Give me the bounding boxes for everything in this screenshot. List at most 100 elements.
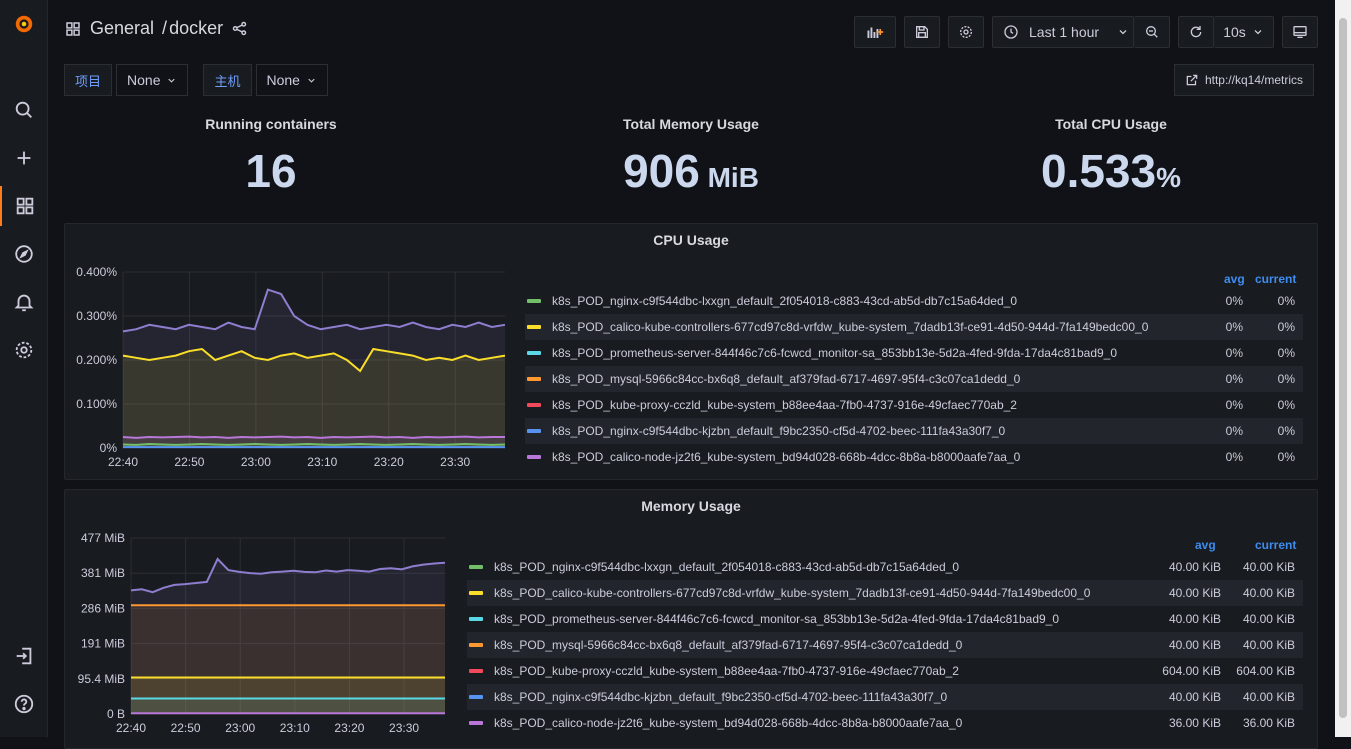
- refresh-interval-picker[interactable]: 10s: [1214, 16, 1274, 48]
- y-tick-label: 0 B: [107, 707, 125, 721]
- legend-series-name[interactable]: k8s_POD_kube-proxy-cczld_kube-system_b88…: [494, 664, 959, 678]
- dashboards-icon[interactable]: [0, 186, 48, 226]
- y-tick-label: 0.300%: [76, 309, 117, 323]
- variable-value: None: [266, 72, 300, 88]
- legend-row[interactable]: k8s_POD_calico-node-jz2t6_kube-system_bd…: [467, 710, 1303, 736]
- legend-swatch[interactable]: [527, 377, 541, 381]
- legend-current-value: 0%: [1277, 424, 1295, 438]
- legend-avg-value: 40.00 KiB: [1168, 638, 1221, 652]
- grafana-logo-icon[interactable]: [0, 4, 48, 44]
- legend-series-name[interactable]: k8s_POD_calico-node-jz2t6_kube-system_bd…: [494, 716, 962, 730]
- legend-row[interactable]: k8s_POD_mysql-5966c84cc-bx6q8_default_af…: [467, 632, 1303, 658]
- legend-swatch[interactable]: [527, 325, 541, 329]
- panel-title[interactable]: CPU Usage: [65, 232, 1317, 248]
- legend-series-name[interactable]: k8s_POD_mysql-5966c84cc-bx6q8_default_af…: [494, 638, 962, 652]
- cpu-usage-chart[interactable]: 0% 0.100% 0.200% 0.300% 0.400% 22:40 22:50 23:0…: [65, 254, 515, 474]
- dashboard-title[interactable]: docker: [169, 18, 223, 39]
- refresh-icon: [1190, 26, 1202, 38]
- page-scrollbar[interactable]: [1335, 0, 1351, 737]
- memory-usage-panel[interactable]: Memory Usage 0 B 95.4 MiB 191 MiB 286 MiB 38…: [64, 489, 1318, 749]
- zoom-out-button[interactable]: [1134, 16, 1170, 48]
- legend-series-name[interactable]: k8s_POD_prometheus-server-844f46c7c6-fcw…: [494, 612, 1059, 626]
- legend-current-header[interactable]: current: [1255, 538, 1296, 552]
- refresh-interval-label: 10s: [1223, 24, 1246, 40]
- legend-row[interactable]: k8s_POD_calico-node-jz2t6_kube-system_bd…: [525, 444, 1303, 470]
- legend-row[interactable]: k8s_POD_calico-kube-controllers-677cd97c…: [525, 314, 1303, 340]
- legend-current-value: 0%: [1277, 346, 1295, 360]
- legend-swatch[interactable]: [527, 299, 541, 303]
- legend-row[interactable]: k8s_POD_nginx-c9f544dbc-kjzbn_default_f9…: [525, 418, 1303, 444]
- variable-select-project[interactable]: None: [116, 64, 189, 96]
- legend-avg-value: 0%: [1225, 398, 1243, 412]
- tv-mode-button[interactable]: [1282, 16, 1318, 48]
- legend-swatch[interactable]: [469, 721, 483, 725]
- legend-avg-header[interactable]: avg: [1224, 272, 1245, 286]
- legend-series-name[interactable]: k8s_POD_calico-node-jz2t6_kube-system_bd…: [552, 450, 1020, 464]
- legend-swatch[interactable]: [527, 455, 541, 459]
- legend-row[interactable]: k8s_POD_nginx-c9f544dbc-lxxgn_default_2f…: [525, 288, 1303, 314]
- chevron-down-icon: [308, 78, 315, 83]
- legend-series-name[interactable]: k8s_POD_nginx-c9f544dbc-lxxgn_default_2f…: [494, 560, 959, 574]
- sign-in-icon[interactable]: [0, 636, 48, 676]
- legend-row[interactable]: k8s_POD_nginx-c9f544dbc-lxxgn_default_2f…: [467, 554, 1303, 580]
- stat-value: 16: [62, 144, 480, 198]
- legend-swatch[interactable]: [469, 695, 483, 699]
- dashboard-settings-button[interactable]: [948, 16, 984, 48]
- series-line[interactable]: [122, 442, 506, 446]
- share-icon[interactable]: [231, 20, 248, 37]
- legend-current-header[interactable]: current: [1255, 272, 1296, 286]
- legend-row[interactable]: k8s_POD_kube-proxy-cczld_kube-system_b88…: [467, 658, 1303, 684]
- memory-usage-chart[interactable]: 0 B 95.4 MiB 191 MiB 286 MiB 381 MiB 477 MiB 2…: [65, 520, 457, 740]
- legend-row[interactable]: k8s_POD_nginx-c9f544dbc-kjzbn_default_f9…: [467, 684, 1303, 710]
- y-tick-label: 286 MiB: [81, 601, 125, 615]
- gear-icon[interactable]: [0, 330, 48, 370]
- scrollbar-thumb[interactable]: [1339, 18, 1347, 718]
- legend-swatch[interactable]: [469, 669, 483, 673]
- help-icon[interactable]: [0, 684, 48, 724]
- legend-series-name[interactable]: k8s_POD_prometheus-server-844f46c7c6-fcw…: [552, 346, 1117, 360]
- stat-value: 906 MiB: [482, 144, 900, 198]
- legend-row[interactable]: k8s_POD_calico-kube-controllers-677cd97c…: [467, 580, 1303, 606]
- series-line[interactable]: [122, 288, 506, 333]
- gear-icon: [960, 26, 972, 38]
- legend-series-name[interactable]: k8s_POD_nginx-c9f544dbc-kjzbn_default_f9…: [494, 690, 947, 704]
- external-link-label: http://kq14/metrics: [1204, 73, 1303, 87]
- add-panel-button[interactable]: [854, 16, 896, 48]
- search-icon[interactable]: [0, 90, 48, 130]
- legend-swatch[interactable]: [469, 591, 483, 595]
- breadcrumb-folder[interactable]: General: [90, 18, 154, 39]
- save-dashboard-button[interactable]: [904, 16, 940, 48]
- plus-icon[interactable]: [0, 138, 48, 178]
- legend-row[interactable]: k8s_POD_prometheus-server-844f46c7c6-fcw…: [467, 606, 1303, 632]
- legend-swatch[interactable]: [469, 617, 483, 621]
- external-link-button[interactable]: http://kq14/metrics: [1173, 64, 1314, 96]
- legend-swatch[interactable]: [527, 429, 541, 433]
- time-picker-button[interactable]: Last 1 hour: [992, 16, 1134, 48]
- refresh-button[interactable]: [1178, 16, 1214, 48]
- legend-series-name[interactable]: k8s_POD_kube-proxy-cczld_kube-system_b88…: [552, 398, 1017, 412]
- legend-row[interactable]: k8s_POD_mysql-5966c84cc-bx6q8_default_af…: [525, 366, 1303, 392]
- legend-series-name[interactable]: k8s_POD_calico-kube-controllers-677cd97c…: [494, 586, 1090, 600]
- legend-row[interactable]: k8s_POD_kube-proxy-cczld_kube-system_b88…: [525, 392, 1303, 418]
- legend-swatch[interactable]: [527, 351, 541, 355]
- legend-row[interactable]: k8s_POD_prometheus-server-844f46c7c6-fcw…: [525, 340, 1303, 366]
- legend-swatch[interactable]: [469, 643, 483, 647]
- compass-icon[interactable]: [0, 234, 48, 274]
- y-tick-label: 0.100%: [76, 397, 117, 411]
- legend-avg-value: 40.00 KiB: [1168, 560, 1221, 574]
- variable-select-host[interactable]: None: [255, 64, 328, 96]
- legend-series-name[interactable]: k8s_POD_calico-kube-controllers-677cd97c…: [552, 320, 1148, 334]
- legend-avg-value: 0%: [1225, 294, 1243, 308]
- legend-series-name[interactable]: k8s_POD_nginx-c9f544dbc-lxxgn_default_2f…: [552, 294, 1017, 308]
- bell-icon[interactable]: [0, 282, 48, 322]
- clock-icon: [1004, 25, 1018, 39]
- legend-series-name[interactable]: k8s_POD_nginx-c9f544dbc-kjzbn_default_f9…: [552, 424, 1005, 438]
- panel-title[interactable]: Memory Usage: [65, 498, 1317, 514]
- legend-avg-header[interactable]: avg: [1195, 538, 1216, 552]
- legend-swatch[interactable]: [469, 565, 483, 569]
- legend-swatch[interactable]: [527, 403, 541, 407]
- x-tick-label: 22:50: [171, 721, 201, 735]
- cpu-usage-panel[interactable]: CPU Usage 0% 0.100% 0.200% 0.300% 0.400% 22:4…: [64, 223, 1318, 480]
- legend-series-name[interactable]: k8s_POD_mysql-5966c84cc-bx6q8_default_af…: [552, 372, 1020, 386]
- series-line[interactable]: [122, 435, 505, 439]
